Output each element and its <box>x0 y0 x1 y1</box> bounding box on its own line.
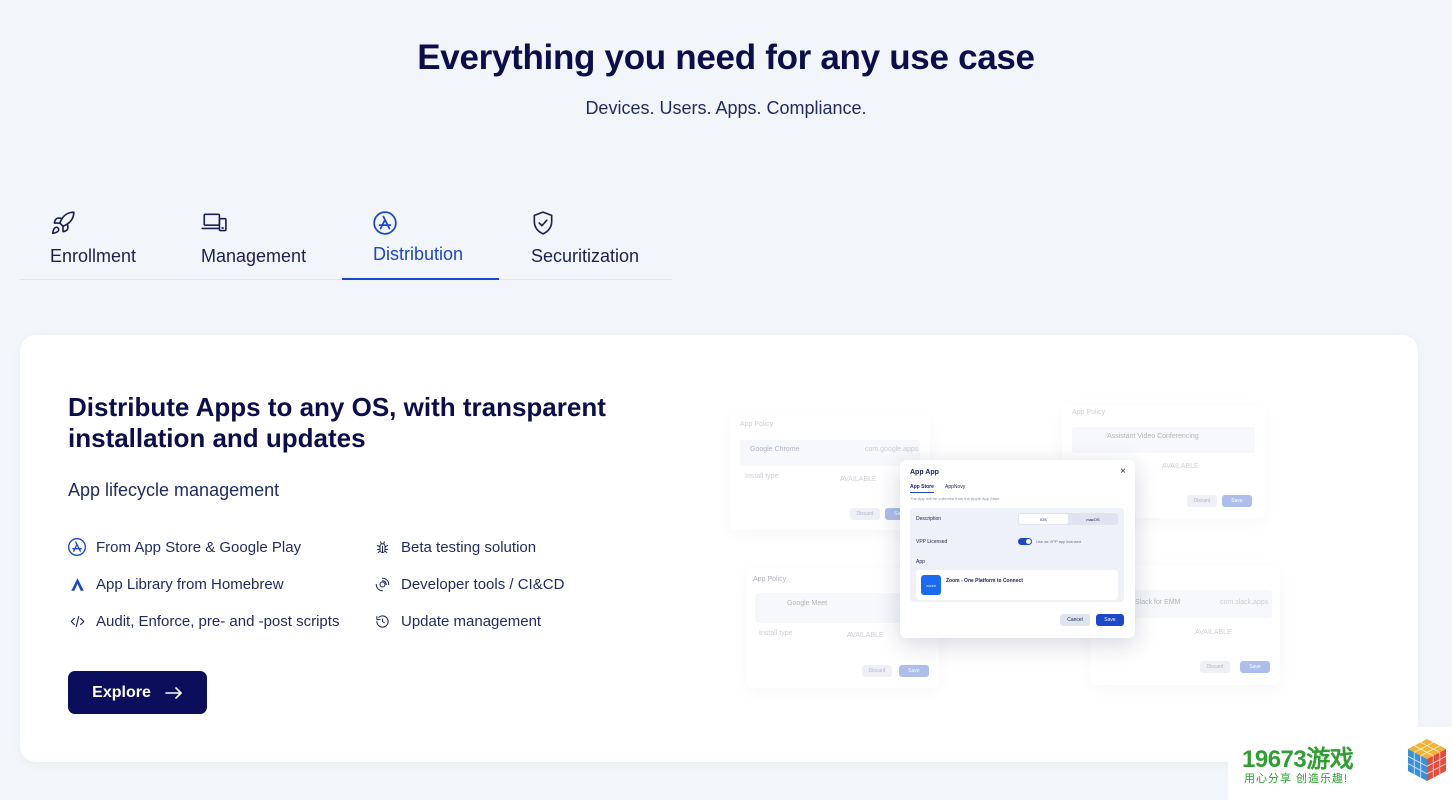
save-button: Save <box>1222 495 1252 507</box>
modal-hint: The App will be collected from the Apple… <box>910 496 1000 501</box>
cancel-button: Cancel <box>1060 614 1090 626</box>
app-row <box>1072 427 1255 453</box>
feature-label: Beta testing solution <box>401 538 537 556</box>
feature-label: App Library from Homebrew <box>96 575 284 593</box>
explore-button[interactable]: Explore <box>68 671 207 714</box>
save-button: Save <box>1096 614 1124 626</box>
watermark-logo-text: 19673游戏 <box>1242 746 1354 773</box>
rocket-icon <box>50 210 76 236</box>
cube-icon <box>1407 739 1447 781</box>
app-name: Google Chrome <box>750 446 800 453</box>
app-name: Zoom - One Platform to Connect <box>946 578 1023 584</box>
site-watermark: 19673游戏 用心分享 创造乐趣! <box>1228 727 1452 800</box>
field-value: AVAILABLE <box>1162 463 1199 470</box>
save-button: Save <box>899 665 929 677</box>
app-store-icon <box>372 210 398 236</box>
devices-icon <box>201 210 227 236</box>
card-label: App Policy <box>740 421 774 428</box>
segment-option: iOS <box>1019 514 1068 524</box>
feature-label: Audit, Enforce, pre- and -post scripts <box>96 612 340 630</box>
card-label: App Policy <box>753 576 787 583</box>
close-icon: × <box>1120 466 1126 477</box>
app-name: Slack for EMM <box>1135 599 1181 606</box>
feature-item: App Library from Homebrew <box>66 573 284 595</box>
tab-securitization[interactable]: Securitization <box>510 204 670 280</box>
arrow-right-icon <box>165 686 182 699</box>
field-label: VPP Licensed <box>916 539 948 545</box>
modal-tab: App Store <box>910 484 934 493</box>
app-name: Assistant Video Conferencing <box>1107 433 1199 440</box>
app-store-icon <box>66 536 88 558</box>
modal-tabs: App Store AppNovy <box>910 484 975 493</box>
product-illustration: App Policy Google Chrome com.google.apps… <box>725 400 1295 700</box>
tab-distribution[interactable]: Distribution <box>342 204 499 280</box>
card-title: Distribute Apps to any OS, with transpar… <box>68 392 606 453</box>
shield-check-icon <box>530 210 556 236</box>
vpp-toggle <box>1018 538 1032 545</box>
feature-item: Beta testing solution <box>371 536 536 558</box>
code-icon <box>66 610 88 632</box>
modal-title: App App <box>910 469 939 476</box>
discard-button: Discard <box>1187 495 1217 507</box>
tab-label: Management <box>201 246 307 266</box>
app-id: com.google.apps <box>865 446 919 453</box>
toggle-label: Use as VPP app licensed <box>1036 539 1082 544</box>
watermark-slogan: 用心分享 创造乐趣! <box>1244 773 1349 785</box>
update-icon <box>371 610 393 632</box>
field-label: Install type <box>759 630 793 637</box>
field-value: AVAILABLE <box>840 476 877 483</box>
segment-option: macOS <box>1086 516 1100 522</box>
dev-tools-icon <box>371 573 393 595</box>
tab-label: Enrollment <box>50 246 137 266</box>
field-value: AVAILABLE <box>847 632 884 639</box>
feature-item: Audit, Enforce, pre- and -post scripts <box>66 610 339 632</box>
feature-item: Developer tools / CI&CD <box>371 573 564 595</box>
feature-label: Developer tools / CI&CD <box>401 575 565 593</box>
explore-label: Explore <box>92 683 151 701</box>
modal-panel: Description iOS macOS VPP Licensed Use a… <box>910 508 1124 602</box>
field-label: Description <box>916 516 942 522</box>
discard-button: Discard <box>862 665 892 677</box>
app-row <box>740 440 920 466</box>
zoom-logo-icon: zoom <box>921 575 941 595</box>
feature-label: Update management <box>401 612 542 630</box>
feature-label: From App Store & Google Play <box>96 538 302 556</box>
platform-segment: iOS macOS <box>1018 513 1118 525</box>
selected-app: zoom Zoom - One Platform to Connect <box>916 570 1118 600</box>
field-label: Install type <box>745 473 779 480</box>
tab-enrollment[interactable]: Enrollment <box>20 204 170 280</box>
tab-label: Securitization <box>531 246 640 266</box>
feature-tabs: Enrollment Management Distribution Secur… <box>20 204 672 280</box>
bug-icon <box>371 536 393 558</box>
page-subtitle: Devices. Users. Apps. Compliance. <box>585 98 867 118</box>
card-label: App Policy <box>1072 409 1106 416</box>
modal-tab: AppNovy <box>945 484 966 490</box>
discard-button: Discard <box>850 508 880 520</box>
feature-item: From App Store & Google Play <box>66 536 301 558</box>
field-label: App <box>916 559 925 565</box>
page-title: Everything you need for any use case <box>417 38 1035 77</box>
save-button: Save <box>1240 661 1270 673</box>
homebrew-icon <box>66 573 88 595</box>
add-app-modal: App App × App Store AppNovy The App will… <box>900 460 1135 638</box>
discard-button: Discard <box>1200 661 1230 673</box>
feature-item: Update management <box>371 610 541 632</box>
card-subtitle: App lifecycle management <box>68 480 280 500</box>
tab-label: Distribution <box>373 244 464 264</box>
app-id: com.slack.apps <box>1220 599 1269 606</box>
app-name: Google Meet <box>787 600 828 607</box>
field-value: AVAILABLE <box>1195 629 1232 636</box>
tab-management[interactable]: Management <box>180 204 340 280</box>
